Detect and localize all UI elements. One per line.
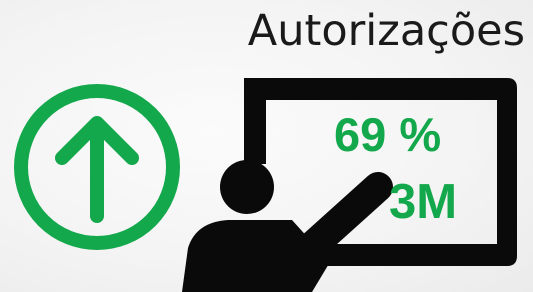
presenter-head <box>220 160 274 214</box>
slide-canvas: Autorizações 69 % 3M <box>0 0 533 292</box>
presenter-arm <box>293 172 393 265</box>
arrow-up-circle-icon <box>14 84 180 250</box>
page-title: Autorizações <box>247 6 525 56</box>
authorization-amount-value: 3M <box>389 175 458 229</box>
authorization-percent-value: 69 % <box>334 108 442 161</box>
